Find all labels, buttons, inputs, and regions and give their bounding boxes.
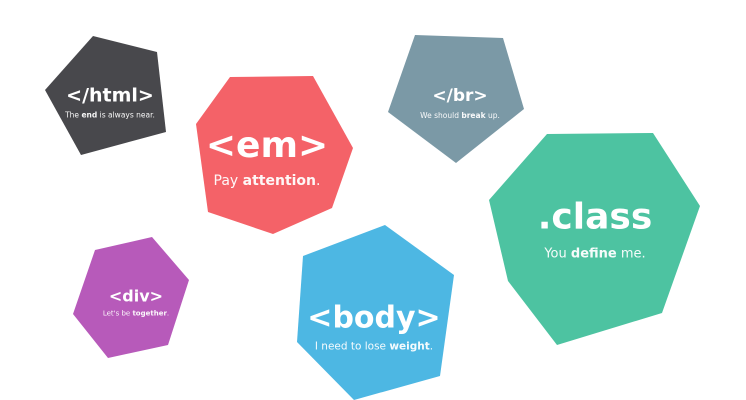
illustration-canvas: </html> The end is always near. <em> Pay…	[0, 0, 746, 400]
div-tag: <div>	[108, 286, 164, 306]
html-badge-text: </html> The end is always near.	[65, 84, 155, 120]
body-tag: <body>	[307, 300, 441, 336]
br-badge-text: </br> We should break up.	[420, 86, 500, 120]
body-badge-text: <body> I need to lose weight.	[307, 302, 440, 352]
body-tagline: I need to lose weight.	[314, 339, 434, 352]
br-tag: </br>	[432, 86, 488, 107]
em-tagline: Pay attention.	[213, 172, 321, 189]
html-tag: </html>	[66, 84, 154, 107]
br-tagline: We should break up.	[420, 110, 500, 120]
html-tagline: The end is always near.	[65, 110, 155, 120]
em-badge-text: <em> Pay attention.	[206, 127, 328, 189]
div-badge-text: <div> Let's be together.	[102, 286, 170, 318]
class-tag: .class	[537, 196, 653, 238]
div-tagline: Let's be together.	[102, 309, 170, 318]
em-tag: <em>	[205, 125, 329, 167]
class-badge-text: .class You define me.	[537, 196, 653, 262]
class-tagline: You define me.	[544, 246, 646, 262]
